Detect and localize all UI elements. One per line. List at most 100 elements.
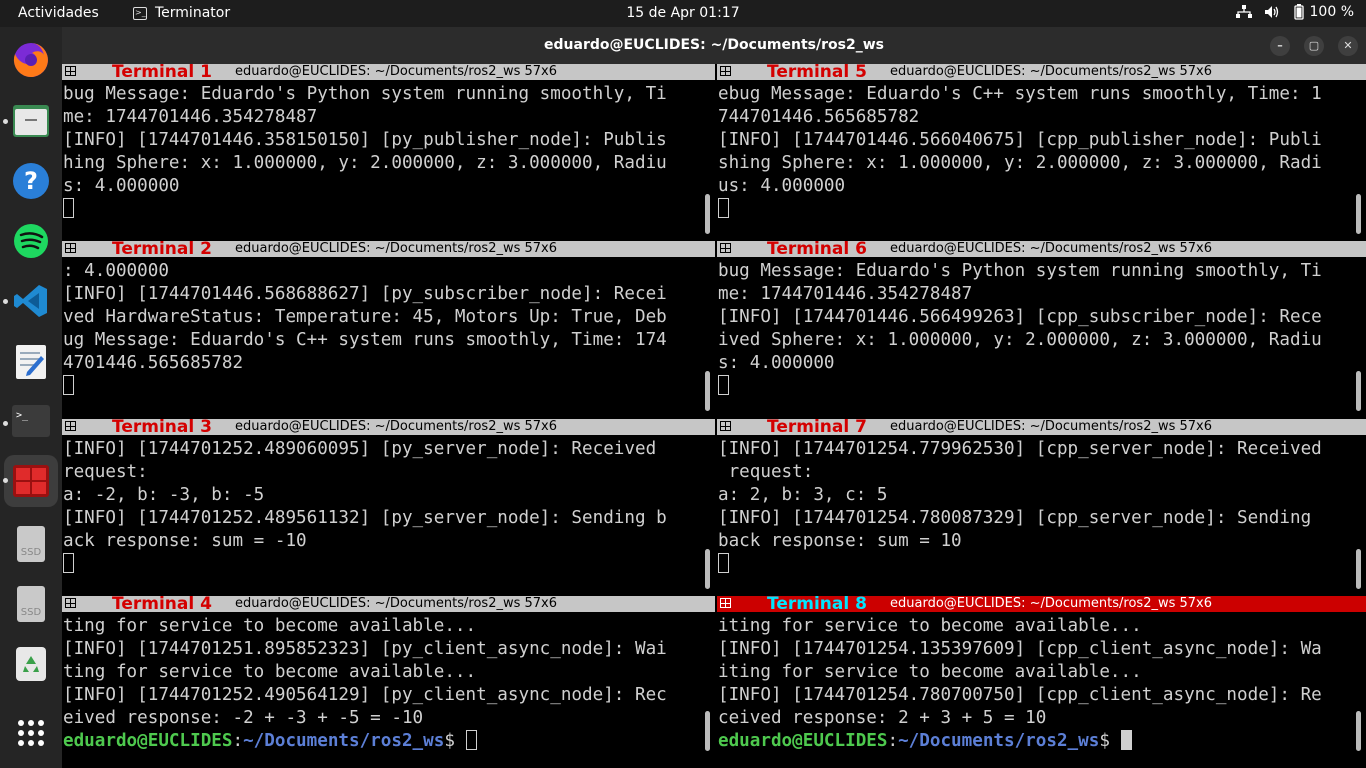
clock[interactable]: 15 de Apr 01:17 bbox=[626, 5, 739, 21]
terminal-header[interactable]: Terminal 7 eduardo@EUCLIDES: ~/Documents/… bbox=[717, 419, 1366, 437]
terminal-pane-2[interactable]: Terminal 5 eduardo@EUCLIDES: ~/Documents/… bbox=[717, 64, 1366, 236]
window-titlebar[interactable]: eduardo@EUCLIDES: ~/Documents/ros2_ws – … bbox=[62, 27, 1366, 64]
prompt-sign: $ bbox=[1099, 731, 1121, 751]
output-line: [INFO] [1744701252.490564129] [py_client… bbox=[63, 685, 667, 705]
output-line: iting for service to become available... bbox=[718, 616, 1142, 636]
terminal-pane-1[interactable]: Terminal 1 eduardo@EUCLIDES: ~/Documents/… bbox=[62, 64, 715, 236]
output-line: [INFO] [1744701254.135397609] [cpp_clien… bbox=[718, 639, 1322, 659]
terminal-pane-7[interactable]: Terminal 4 eduardo@EUCLIDES: ~/Documents/… bbox=[62, 596, 715, 768]
terminal-label: Terminal 7 bbox=[767, 419, 867, 437]
running-indicator bbox=[3, 421, 8, 426]
group-icon[interactable] bbox=[720, 598, 731, 608]
output-line: bug Message: Eduardo's Python system run… bbox=[63, 84, 667, 104]
output-line: ved HardwareStatus: Temperature: 45, Mot… bbox=[63, 307, 667, 327]
scrollbar[interactable] bbox=[705, 371, 710, 411]
system-tray[interactable]: 100 % bbox=[1235, 4, 1354, 20]
help-icon[interactable]: ? bbox=[11, 161, 51, 201]
terminal-output[interactable]: [INFO] [1744701252.489060095] [py_server… bbox=[63, 438, 701, 576]
terminal-output[interactable]: [INFO] [1744701254.779962530] [cpp_serve… bbox=[718, 438, 1352, 576]
output-line: ting for service to become available... bbox=[63, 616, 477, 636]
text-editor-icon[interactable] bbox=[11, 342, 51, 382]
output-line: hing Sphere: x: 1.000000, y: 2.000000, z… bbox=[63, 153, 667, 173]
output-line: [INFO] [1744701254.779962530] [cpp_serve… bbox=[718, 439, 1322, 459]
activities-button[interactable]: Actividades bbox=[18, 5, 99, 21]
group-icon[interactable] bbox=[65, 598, 76, 608]
output-line: s: 4.000000 bbox=[718, 353, 835, 373]
prompt-sign: $ bbox=[444, 731, 466, 751]
close-button[interactable]: ✕ bbox=[1338, 36, 1358, 56]
terminal-label: Terminal 6 bbox=[767, 241, 867, 259]
output-line: ug Message: Eduardo's C++ system runs sm… bbox=[63, 330, 667, 350]
output-line: [INFO] [1744701252.489561132] [py_server… bbox=[63, 508, 667, 528]
terminal-pane-5[interactable]: Terminal 3 eduardo@EUCLIDES: ~/Documents/… bbox=[62, 419, 715, 591]
output-line: [INFO] [1744701446.358150150] [py_publis… bbox=[63, 130, 667, 150]
terminal-output[interactable]: ebug Message: Eduardo's C++ system runs … bbox=[718, 83, 1352, 221]
terminal-title: eduardo@EUCLIDES: ~/Documents/ros2_ws 57… bbox=[890, 64, 1213, 79]
terminal-output[interactable]: iting for service to become available...… bbox=[718, 615, 1352, 753]
text-cursor bbox=[63, 198, 74, 218]
scrollbar[interactable] bbox=[1356, 711, 1361, 751]
group-icon[interactable] bbox=[720, 421, 731, 431]
firefox-icon[interactable] bbox=[11, 40, 51, 80]
output-line: [INFO] [1744701254.780087329] [cpp_serve… bbox=[718, 508, 1312, 528]
vscode-icon[interactable] bbox=[11, 281, 51, 321]
volume-icon bbox=[1264, 6, 1278, 18]
app-name: Terminator bbox=[155, 5, 231, 21]
terminal-header[interactable]: Terminal 8 eduardo@EUCLIDES: ~/Documents/… bbox=[717, 596, 1366, 614]
terminal-output[interactable]: : 4.000000 [INFO] [1744701446.568688627] … bbox=[63, 260, 701, 398]
prompt-path: ~/Documents/ros2_ws bbox=[243, 731, 445, 751]
output-line: ting for service to become available... bbox=[63, 662, 477, 682]
output-line: [INFO] [1744701252.489060095] [py_server… bbox=[63, 439, 657, 459]
terminal-title: eduardo@EUCLIDES: ~/Documents/ros2_ws 57… bbox=[890, 596, 1213, 611]
terminal-header[interactable]: Terminal 5 eduardo@EUCLIDES: ~/Documents/… bbox=[717, 64, 1366, 82]
scrollbar[interactable] bbox=[1356, 371, 1361, 411]
output-line: ceived response: 2 + 3 + 5 = 10 bbox=[718, 708, 1047, 728]
svg-text:?: ? bbox=[24, 167, 38, 195]
output-line: ived Sphere: x: 1.000000, y: 2.000000, z… bbox=[718, 330, 1322, 350]
prompt-user: eduardo@EUCLIDES bbox=[63, 731, 233, 751]
spotify-icon[interactable] bbox=[11, 221, 51, 261]
terminal-label: Terminal 1 bbox=[112, 64, 212, 82]
terminal-header[interactable]: Terminal 4 eduardo@EUCLIDES: ~/Documents/… bbox=[62, 596, 715, 614]
terminal-header[interactable]: Terminal 1 eduardo@EUCLIDES: ~/Documents/… bbox=[62, 64, 715, 82]
scrollbar[interactable] bbox=[705, 549, 710, 589]
terminal-icon[interactable]: >_ bbox=[11, 401, 51, 441]
group-icon[interactable] bbox=[65, 243, 76, 253]
network-icon bbox=[1235, 5, 1252, 18]
terminator-icon[interactable] bbox=[11, 461, 51, 501]
scrollbar[interactable] bbox=[1356, 549, 1361, 589]
terminal-pane-3[interactable]: Terminal 2 eduardo@EUCLIDES: ~/Documents/… bbox=[62, 241, 715, 413]
terminal-header[interactable]: Terminal 6 eduardo@EUCLIDES: ~/Documents/… bbox=[717, 241, 1366, 259]
prompt-separator: : bbox=[232, 731, 244, 751]
group-icon[interactable] bbox=[720, 243, 731, 253]
app-menu[interactable]: >_ Terminator bbox=[133, 5, 230, 21]
group-icon[interactable] bbox=[65, 421, 76, 431]
ssd-drive-icon[interactable]: SSD bbox=[11, 584, 51, 624]
terminal-pane-4[interactable]: Terminal 6 eduardo@EUCLIDES: ~/Documents/… bbox=[717, 241, 1366, 413]
terminal-output[interactable]: bug Message: Eduardo's Python system run… bbox=[63, 83, 701, 221]
group-icon[interactable] bbox=[720, 66, 731, 76]
terminal-output[interactable]: ting for service to become available... [… bbox=[63, 615, 701, 753]
minimize-button[interactable]: – bbox=[1270, 36, 1290, 56]
terminal-header[interactable]: Terminal 3 eduardo@EUCLIDES: ~/Documents/… bbox=[62, 419, 715, 437]
scrollbar[interactable] bbox=[705, 194, 710, 234]
group-icon[interactable] bbox=[65, 66, 76, 76]
output-line: [INFO] [1744701446.566040675] [cpp_publi… bbox=[718, 130, 1322, 150]
scrollbar[interactable] bbox=[1356, 194, 1361, 234]
svg-text:>_: >_ bbox=[16, 410, 29, 421]
terminal-pane-8[interactable]: Terminal 8 eduardo@EUCLIDES: ~/Documents/… bbox=[717, 596, 1366, 768]
trash-icon[interactable] bbox=[11, 644, 51, 684]
scrollbar[interactable] bbox=[705, 711, 710, 751]
terminal-output[interactable]: bug Message: Eduardo's Python system run… bbox=[718, 260, 1352, 398]
terminal-header[interactable]: Terminal 2 eduardo@EUCLIDES: ~/Documents/… bbox=[62, 241, 715, 259]
output-line: a: -2, b: -3, b: -5 bbox=[63, 485, 265, 505]
files-icon[interactable] bbox=[11, 100, 51, 140]
maximize-button[interactable]: ▢ bbox=[1304, 36, 1324, 56]
terminal-pane-6[interactable]: Terminal 7 eduardo@EUCLIDES: ~/Documents/… bbox=[717, 419, 1366, 591]
ssd-drive-icon[interactable]: SSD bbox=[11, 524, 51, 564]
running-indicator bbox=[3, 119, 8, 124]
window-title: eduardo@EUCLIDES: ~/Documents/ros2_ws bbox=[544, 37, 884, 53]
battery-icon bbox=[1293, 4, 1304, 20]
terminal-label: Terminal 2 bbox=[112, 241, 212, 259]
app-grid-icon[interactable] bbox=[11, 713, 51, 753]
